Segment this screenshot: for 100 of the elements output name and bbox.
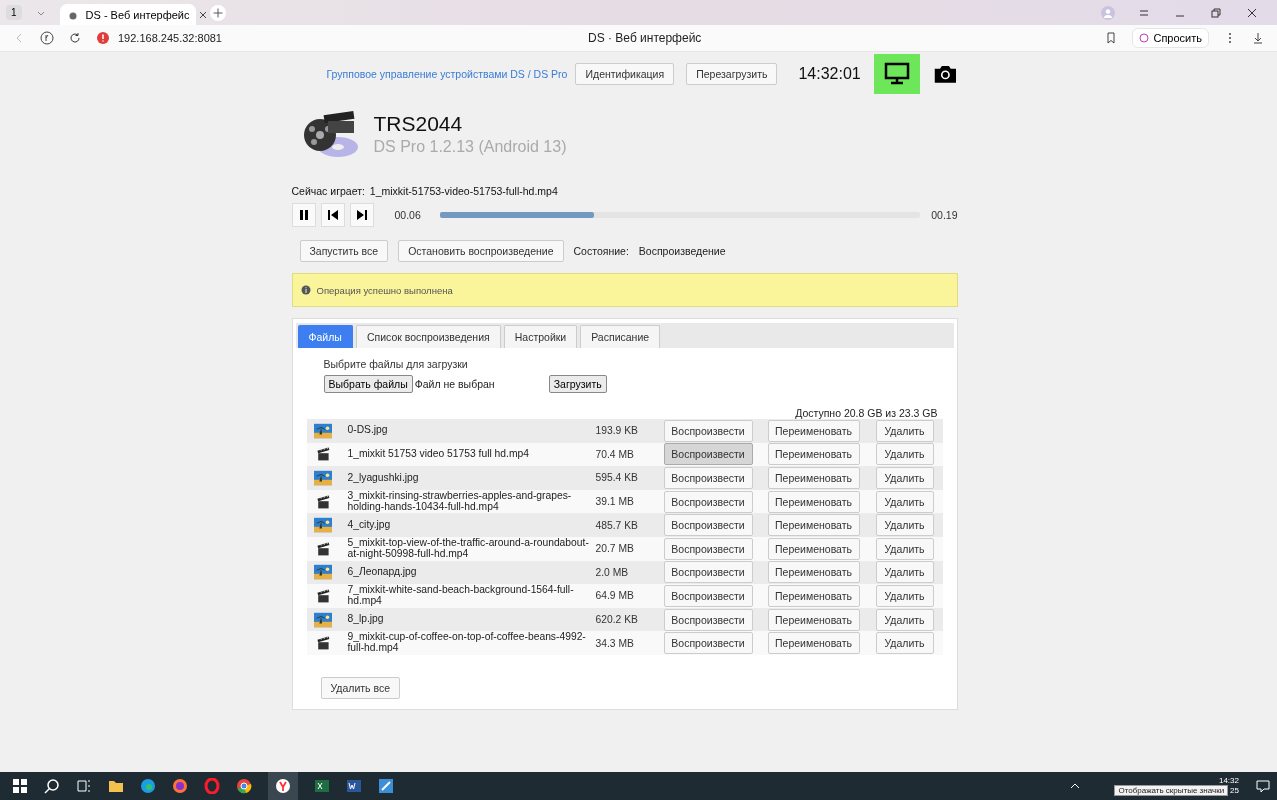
state-value: Воспроизведение <box>638 245 726 257</box>
rename-button[interactable]: Переименовать <box>767 443 860 466</box>
play-button[interactable]: Воспроизвести <box>663 584 753 607</box>
play-button[interactable]: Воспроизвести <box>663 514 753 537</box>
delete-button[interactable]: Удалить <box>875 561 934 584</box>
yandex-browser-icon[interactable] <box>275 778 291 794</box>
chrome-icon[interactable] <box>236 778 252 794</box>
rename-button[interactable]: Переименовать <box>767 514 860 537</box>
search-icon[interactable] <box>44 778 60 794</box>
restore-icon[interactable] <box>1209 5 1223 20</box>
device-version: DS Pro 1.2.13 (Android 13) <box>373 138 567 156</box>
next-button[interactable] <box>349 203 374 227</box>
rename-button[interactable]: Переименовать <box>767 490 860 513</box>
now-playing-file: 1_mixkit-51753-video-51753-full-hd.mp4 <box>369 185 558 197</box>
tab-count[interactable]: 1 <box>6 5 22 20</box>
address-field[interactable]: 192.168.245.32:8081 <box>118 32 338 44</box>
choose-files-button[interactable]: Выбрать файлы <box>323 375 413 393</box>
delete-button[interactable]: Удалить <box>875 514 934 537</box>
previous-button[interactable] <box>320 203 345 227</box>
state-label: Состояние: <box>573 245 629 257</box>
ask-button[interactable]: Спросить <box>1132 28 1209 48</box>
clock: 14:32:01 <box>798 65 861 83</box>
reboot-button[interactable]: Перезагрузить <box>686 63 778 85</box>
notification-icon[interactable] <box>1255 778 1271 794</box>
screen-button[interactable] <box>873 54 920 94</box>
edge-browser-icon[interactable] <box>140 778 156 794</box>
word-processor-icon[interactable] <box>346 778 362 794</box>
start-all-button[interactable]: Запустить все <box>299 240 389 262</box>
play-button[interactable]: Воспроизвести <box>663 443 753 466</box>
play-button[interactable]: Воспроизвести <box>663 608 753 631</box>
page-title: DS · Веб интерфейс <box>587 31 703 45</box>
device-name: TRS2044 <box>373 112 464 136</box>
tab[interactable]: Настройки <box>503 325 578 348</box>
file-size: 485.7 KB <box>595 519 639 531</box>
upload-button[interactable]: Загрузить <box>548 375 607 393</box>
rename-button[interactable]: Переименовать <box>767 467 860 489</box>
play-button[interactable]: Воспроизвести <box>663 537 753 560</box>
rename-button[interactable]: Переименовать <box>767 584 860 607</box>
file-size: 20.7 MB <box>595 543 635 555</box>
file-size: 70.4 MB <box>595 448 635 460</box>
info-icon <box>300 285 311 295</box>
storage-info: Доступно 20.8 GB из 23.3 GB <box>794 407 939 419</box>
skip-forward-icon <box>354 208 369 222</box>
delete-button[interactable]: Удалить <box>875 537 934 560</box>
folder-icon[interactable] <box>108 778 124 794</box>
spreadsheet-app-icon[interactable] <box>314 778 330 794</box>
file-name: 0-DS.jpg <box>347 425 389 437</box>
total-time: 00.19 <box>931 209 958 221</box>
file-name: 3_mixkit-rinsing-strawberries-apples-and-grapes-holding-hands-10434-full-hd.mp4 <box>347 490 573 513</box>
file-size: 39.1 MB <box>595 496 635 508</box>
reload-icon[interactable] <box>68 31 82 45</box>
pause-button[interactable] <box>291 203 316 227</box>
play-button[interactable]: Воспроизвести <box>663 561 753 584</box>
close-icon[interactable] <box>197 9 208 20</box>
play-button[interactable]: Воспроизвести <box>663 419 753 442</box>
image-file-icon <box>313 421 334 440</box>
now-playing-label: Сейчас играет: <box>291 185 365 197</box>
download-icon[interactable] <box>1251 31 1265 45</box>
tab[interactable]: Список воспроизведения <box>355 325 501 348</box>
delete-all-button[interactable]: Удалить все <box>320 676 401 699</box>
rename-button[interactable]: Переименовать <box>767 608 860 631</box>
tab[interactable]: Расписание <box>580 325 661 348</box>
delete-button[interactable]: Удалить <box>875 419 934 442</box>
browser-logo-icon[interactable] <box>40 31 54 45</box>
tab[interactable]: Файлы <box>297 325 353 348</box>
file-name: 2_lyagushki.jpg <box>347 472 420 484</box>
file-size: 193.9 KB <box>595 425 639 437</box>
image-file-icon <box>313 610 334 629</box>
delete-button[interactable]: Удалить <box>875 632 934 655</box>
tray-time[interactable]: 14:32 <box>1218 776 1239 785</box>
delete-button[interactable]: Удалить <box>875 608 934 631</box>
play-button[interactable]: Воспроизвести <box>663 490 753 513</box>
file-name: 6_Леопард.jpg <box>347 566 418 578</box>
rename-button[interactable]: Переименовать <box>767 632 860 655</box>
firefox-icon[interactable] <box>172 778 188 794</box>
stop-playback-button[interactable]: Остановить воспроизведение <box>398 240 564 262</box>
rename-button[interactable]: Переименовать <box>767 561 860 584</box>
image-file-icon <box>313 469 334 487</box>
elapsed-time: 00.06 <box>394 209 421 221</box>
rename-button[interactable]: Переименовать <box>767 537 860 560</box>
identify-button[interactable]: Идентификация <box>575 63 675 85</box>
file-name: 9_mixkit-cup-of-coffee-on-top-of-coffee-beans-4992-full-hd.mp4 <box>347 632 587 654</box>
delete-button[interactable]: Удалить <box>875 490 934 513</box>
skip-back-icon <box>325 208 340 222</box>
upload-label: Выбрите файлы для загрузки <box>323 358 469 370</box>
delete-button[interactable]: Удалить <box>875 443 934 466</box>
group-management-link[interactable]: Групповое управление устройствами DS / DS Pro <box>326 68 568 80</box>
rename-button[interactable]: Переименовать <box>767 419 860 442</box>
monitor-icon <box>883 62 910 86</box>
opera-icon[interactable] <box>204 778 220 794</box>
delete-button[interactable]: Удалить <box>875 584 934 607</box>
windows-start-icon[interactable] <box>12 778 28 794</box>
no-file-text: Файл не выбран <box>414 378 496 390</box>
play-button[interactable]: Воспроизвести <box>663 632 753 655</box>
task-view-icon[interactable] <box>76 778 92 794</box>
pen-app-icon[interactable] <box>378 778 394 794</box>
tray-date[interactable]: 25 <box>1230 786 1239 795</box>
delete-button[interactable]: Удалить <box>875 467 934 489</box>
play-button[interactable]: Воспроизвести <box>663 467 753 489</box>
file-name: 4_city.jpg <box>347 519 392 531</box>
